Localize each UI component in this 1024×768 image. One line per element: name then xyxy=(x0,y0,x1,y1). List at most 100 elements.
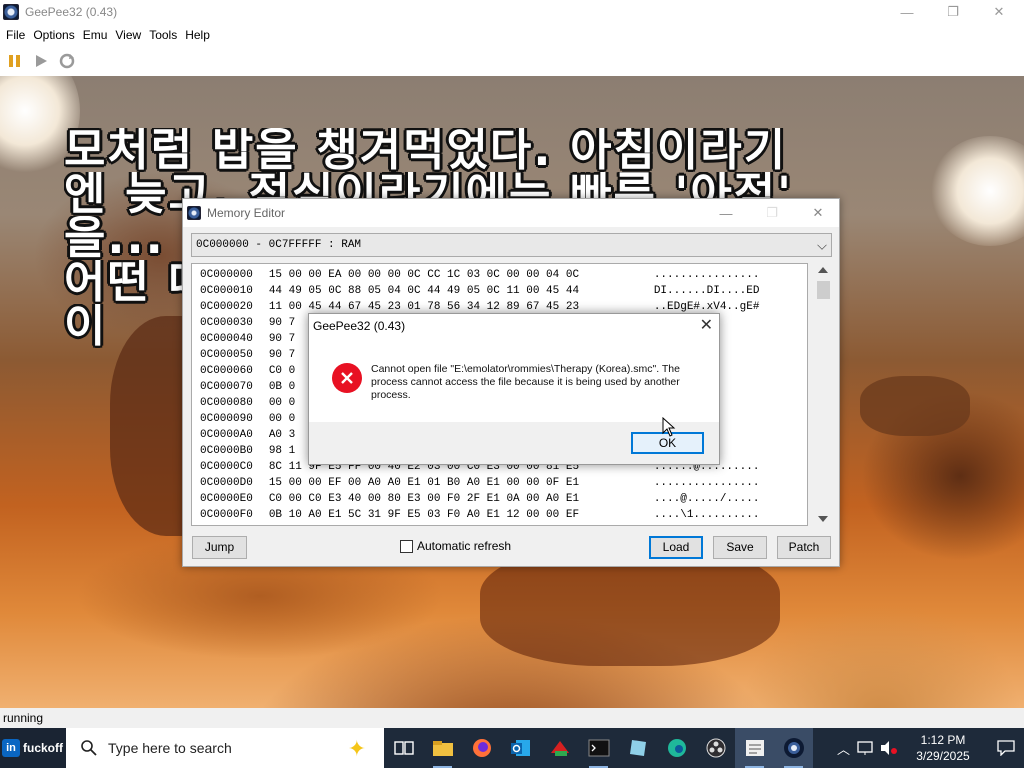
error-dialog: GeePee32 (0.43) ✕ Cannot open file "E:\e… xyxy=(308,313,720,465)
search-icon xyxy=(81,740,97,756)
close-icon[interactable]: ✕ xyxy=(700,316,713,336)
task-view-icon[interactable] xyxy=(384,728,423,768)
file-explorer-icon[interactable] xyxy=(423,728,462,768)
checkbox-box[interactable] xyxy=(400,539,413,553)
hex-bytes[interactable]: 0B 10 A0 E1 5C 31 9F E5 03 F0 A0 E1 12 0… xyxy=(269,507,654,523)
close-button[interactable]: ✕ xyxy=(803,201,833,225)
sparkle-icon: ✦ xyxy=(347,736,366,761)
pause-icon[interactable] xyxy=(6,52,24,70)
hex-address: 0C000030 xyxy=(200,317,253,329)
app-icon xyxy=(3,4,19,20)
geepee32-app: GeePee32 (0.43) — ❐ ✕ File Options Emu V… xyxy=(0,0,1024,768)
start-label: fuckoff xyxy=(23,741,63,755)
hex-scrollbar[interactable] xyxy=(815,263,832,526)
reset-icon[interactable] xyxy=(58,52,76,70)
hex-ascii: ................ xyxy=(653,477,760,489)
notes-icon[interactable] xyxy=(618,728,657,768)
taskbar-clock[interactable]: 1:12 PM 3/29/2025 xyxy=(904,732,982,764)
hex-bytes[interactable]: C0 00 C0 E3 40 00 80 E3 00 F0 2F E1 0A 0… xyxy=(269,491,654,507)
terminal-icon[interactable] xyxy=(579,728,618,768)
status-bar: running xyxy=(0,708,1024,728)
dialog-title: GeePee32 (0.43) xyxy=(313,319,406,333)
restore-button[interactable]: ❐ xyxy=(757,201,787,225)
volume-muted-icon[interactable] xyxy=(880,740,898,756)
edge-icon[interactable] xyxy=(657,728,696,768)
hex-address: 0C000010 xyxy=(200,285,253,297)
toolbar xyxy=(0,46,1024,76)
chevron-down-icon xyxy=(817,240,827,250)
hex-address: 0C000040 xyxy=(200,333,253,345)
auto-refresh-label: Automatic refresh xyxy=(417,539,512,553)
menu-tools[interactable]: Tools xyxy=(145,24,181,46)
mouse-cursor-icon xyxy=(662,417,676,437)
notification-icon[interactable] xyxy=(988,728,1024,768)
system-tray: ︿ 1:12 PM 3/29/2025 xyxy=(837,728,1024,768)
hex-address: 0C000080 xyxy=(200,397,253,409)
menu-bar: File Options Emu View Tools Help xyxy=(0,24,1024,46)
hex-row[interactable]: 0C0000F0 0B 10 A0 E1 5C 31 9F E5 03 F0 A0… xyxy=(200,507,759,523)
jump-button[interactable]: Jump xyxy=(192,536,247,559)
hex-ascii: ..EDgE#.xV4..gE# xyxy=(653,301,760,313)
hex-row[interactable]: 0C000000 15 00 00 EA 00 00 00 0C CC 1C 03… xyxy=(200,267,759,283)
scroll-up-icon[interactable] xyxy=(818,267,828,273)
dialog-message: Cannot open file "E:\emolator\rommies\Th… xyxy=(371,363,680,401)
hex-address: 0C000060 xyxy=(200,365,253,377)
patch-button[interactable]: Patch xyxy=(777,536,831,559)
scroll-thumb[interactable] xyxy=(817,281,830,299)
network-icon[interactable] xyxy=(856,740,874,756)
menu-help[interactable]: Help xyxy=(181,24,214,46)
hex-address: 0C0000A0 xyxy=(200,429,253,441)
taskbar-search[interactable]: Type here to search ✦ xyxy=(66,728,384,768)
hex-bytes[interactable]: 44 49 05 0C 88 05 04 0C 44 49 05 0C 11 0… xyxy=(269,283,654,299)
geepee32-taskbar-icon[interactable] xyxy=(774,728,813,768)
game-text-line: 모처럼 밥을 챙겨먹었다. 아침이라기 xyxy=(64,128,788,172)
app-icon xyxy=(187,206,201,220)
hex-address: 0C000070 xyxy=(200,381,253,393)
hex-address: 0C000090 xyxy=(200,413,253,425)
hex-address: 0C0000D0 xyxy=(200,477,253,489)
error-icon xyxy=(332,363,362,393)
obs-icon[interactable] xyxy=(696,728,735,768)
notepad-app-icon[interactable] xyxy=(735,728,774,768)
hex-ascii: ................ xyxy=(653,269,760,281)
menu-view[interactable]: View xyxy=(111,24,145,46)
menu-file[interactable]: File xyxy=(2,24,29,46)
taskbar: in fuckoff Type here to search ✦ ︿ 1:12 … xyxy=(0,728,1024,768)
minimize-button[interactable]: — xyxy=(711,201,741,225)
memory-editor-title: Memory Editor xyxy=(207,206,286,220)
status-text: running xyxy=(3,711,44,725)
dialog-footer: OK xyxy=(309,422,719,464)
play-icon[interactable] xyxy=(32,52,50,70)
memory-range-value: 0C000000 - 0C7FFFFF : RAM xyxy=(196,239,362,251)
hex-row[interactable]: 0C0000D0 15 00 00 EF 00 A0 A0 E1 01 B0 A0… xyxy=(200,475,759,491)
restore-button[interactable]: ❐ xyxy=(930,0,976,24)
hex-row[interactable]: 0C000010 44 49 05 0C 88 05 04 0C 44 49 05… xyxy=(200,283,759,299)
hex-ascii: ....@...../..... xyxy=(653,493,760,505)
hex-address: 0C0000F0 xyxy=(200,509,253,521)
menu-options[interactable]: Options xyxy=(29,24,78,46)
hex-address: 0C0000C0 xyxy=(200,461,253,473)
hex-address: 0C000050 xyxy=(200,349,253,361)
clock-date: 3/29/2025 xyxy=(916,749,970,763)
hex-bytes[interactable]: 15 00 00 EF 00 A0 A0 E1 01 B0 A0 E1 00 0… xyxy=(269,475,654,491)
firefox-icon[interactable] xyxy=(462,728,501,768)
load-button[interactable]: Load xyxy=(649,536,703,559)
close-button[interactable]: ✕ xyxy=(976,0,1022,24)
hex-row[interactable]: 0C0000E0 C0 00 C0 E3 40 00 80 E3 00 F0 2F… xyxy=(200,491,759,507)
minimize-button[interactable]: — xyxy=(884,0,930,24)
hex-bytes[interactable]: 15 00 00 EA 00 00 00 0C CC 1C 03 0C 00 0… xyxy=(269,267,654,283)
title-bar: GeePee32 (0.43) — ❐ ✕ xyxy=(0,0,1024,24)
chevron-up-icon[interactable]: ︿ xyxy=(837,739,850,758)
menu-emu[interactable]: Emu xyxy=(79,24,112,46)
scroll-down-icon[interactable] xyxy=(818,516,828,522)
start-logo-icon: in xyxy=(2,739,20,757)
outlook-icon[interactable] xyxy=(501,728,540,768)
hex-address: 0C000000 xyxy=(200,269,253,281)
hex-ascii: DI......DI....ED xyxy=(653,285,760,297)
start-button[interactable]: in fuckoff xyxy=(0,728,66,768)
memory-range-select[interactable]: 0C000000 - 0C7FFFFF : RAM xyxy=(191,233,832,257)
auto-refresh-checkbox[interactable]: Automatic refresh xyxy=(400,539,511,553)
save-button[interactable]: Save xyxy=(713,536,767,559)
hex-address: 0C0000B0 xyxy=(200,445,253,457)
game-launcher-icon[interactable] xyxy=(540,728,579,768)
